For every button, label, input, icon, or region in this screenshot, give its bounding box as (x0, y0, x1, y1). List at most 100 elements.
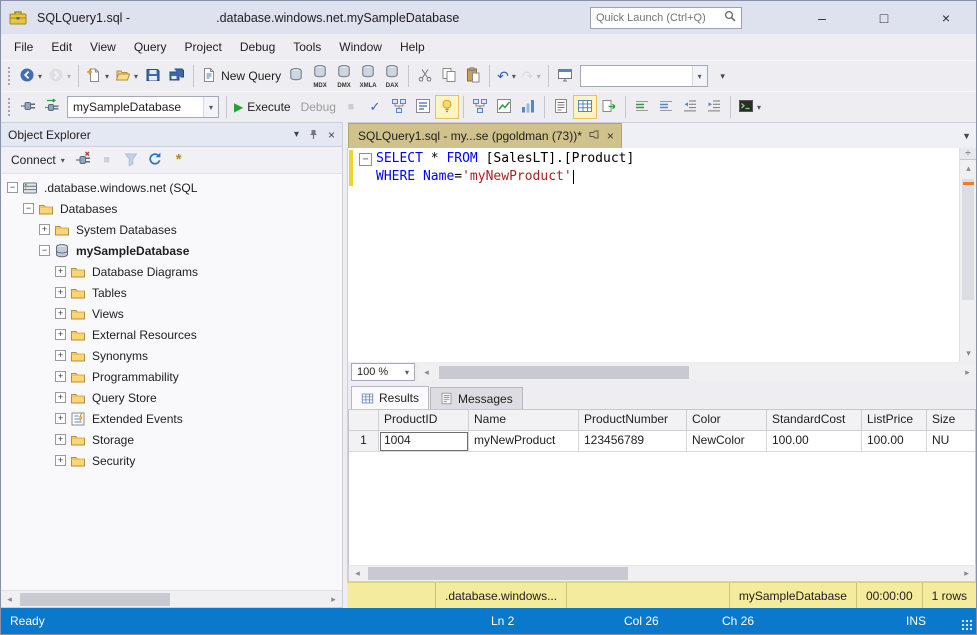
scroll-thumb[interactable] (439, 366, 689, 379)
find-combo[interactable]: ▾ (580, 65, 708, 87)
tree-item-extended-events[interactable]: +Extended Events (1, 408, 342, 429)
quick-launch[interactable] (590, 7, 742, 29)
undo-button[interactable]: ↶▾ (494, 64, 519, 88)
scroll-left-icon[interactable]: ◂ (418, 364, 435, 381)
paste-button[interactable] (461, 64, 485, 88)
increase-indent-button[interactable] (702, 95, 726, 119)
activity-monitor-button[interactable] (553, 64, 577, 88)
tree-item-system-databases[interactable]: +System Databases (1, 219, 342, 240)
refresh-button[interactable] (144, 149, 166, 171)
tree-item-tables[interactable]: +Tables (1, 282, 342, 303)
expand-toggle[interactable]: + (55, 434, 66, 445)
tree-item-mysampledatabase[interactable]: −mySampleDatabase (1, 240, 342, 261)
expand-toggle[interactable]: + (55, 287, 66, 298)
copy-button[interactable] (437, 64, 461, 88)
expand-toggle[interactable]: + (55, 308, 66, 319)
collapse-toggle[interactable]: − (39, 245, 50, 256)
scroll-left-icon[interactable]: ◂ (349, 565, 366, 582)
analysis-services-dax-query-button[interactable]: DAX (380, 62, 404, 91)
editor-split-handle[interactable]: ÷ (960, 148, 976, 160)
scroll-thumb[interactable] (368, 567, 628, 580)
tree-item-external-resources[interactable]: +External Resources (1, 324, 342, 345)
menu-project[interactable]: Project (176, 36, 231, 58)
menu-tools[interactable]: Tools (284, 36, 330, 58)
minimize-button[interactable]: – (800, 5, 844, 31)
scroll-track[interactable] (18, 591, 325, 608)
scroll-right-icon[interactable]: ▸ (325, 591, 342, 608)
tree-item-databases[interactable]: −Databases (1, 198, 342, 219)
menu-help[interactable]: Help (391, 36, 434, 58)
menu-view[interactable]: View (81, 36, 125, 58)
code-area[interactable]: −SELECT * FROM [SalesLT].[Product]WHERE … (348, 148, 959, 362)
disconnect-button[interactable] (72, 149, 94, 171)
column-header-standardcost[interactable]: StandardCost (767, 410, 862, 431)
results-grid[interactable]: ProductIDNameProductNumberColorStandardC… (348, 409, 976, 565)
display-estimated-execution-plan-button[interactable] (387, 95, 411, 119)
scroll-track[interactable] (435, 364, 959, 381)
expand-toggle[interactable]: + (55, 455, 66, 466)
analysis-services-dmx-query-button[interactable]: DMX (332, 62, 356, 91)
column-header-name[interactable]: Name (469, 410, 579, 431)
change-connection-button[interactable] (40, 95, 64, 119)
debug-button[interactable]: Debug (294, 95, 339, 119)
database-engine-query-button[interactable] (284, 64, 308, 88)
expand-toggle[interactable]: + (55, 350, 66, 361)
comment-out-selected-lines-button[interactable] (630, 95, 654, 119)
grid-cell[interactable]: 100.00 (862, 431, 927, 452)
script-wizard-button[interactable]: * (168, 149, 190, 171)
object-explorer-header[interactable]: Object Explorer ▾ × (1, 123, 342, 147)
save-all-button[interactable] (165, 64, 189, 88)
expand-toggle[interactable]: + (39, 224, 50, 235)
analysis-services-xmla-query-button[interactable]: XMLA (356, 62, 380, 91)
tab-list-dropdown-icon[interactable]: ▼ (962, 131, 971, 141)
connect-button[interactable] (16, 95, 40, 119)
filter-button[interactable] (120, 149, 142, 171)
tree-item-synonyms[interactable]: +Synonyms (1, 345, 342, 366)
scroll-thumb[interactable] (20, 593, 170, 606)
results-to-text-button[interactable] (549, 95, 573, 119)
results-to-file-button[interactable] (597, 95, 621, 119)
grid-cell[interactable]: 1004 (379, 431, 469, 452)
chevron-down-icon[interactable]: ▾ (203, 97, 218, 117)
navigate-forward-button[interactable]: ▾ (45, 64, 74, 88)
menu-file[interactable]: File (5, 36, 42, 58)
save-button[interactable] (141, 64, 165, 88)
tree-item-programmability[interactable]: +Programmability (1, 366, 342, 387)
scroll-track[interactable] (366, 565, 958, 582)
include-live-query-statistics-button[interactable] (492, 95, 516, 119)
column-header-color[interactable]: Color (687, 410, 767, 431)
analysis-services-mdx-query-button[interactable]: MDX (308, 62, 332, 91)
intellisense-enabled-button[interactable] (435, 95, 459, 119)
toolbar-grip[interactable] (7, 66, 12, 86)
tree-item-views[interactable]: +Views (1, 303, 342, 324)
menu-debug[interactable]: Debug (231, 36, 284, 58)
include-client-statistics-button[interactable] (516, 95, 540, 119)
scroll-up-icon[interactable]: ▴ (960, 160, 977, 177)
include-actual-execution-plan-button[interactable] (468, 95, 492, 119)
close-icon[interactable]: × (328, 128, 335, 142)
sql-editor[interactable]: −SELECT * FROM [SalesLT].[Product]WHERE … (347, 148, 976, 362)
quick-launch-input[interactable] (596, 12, 724, 24)
available-databases[interactable]: mySampleDatabase▾ (67, 96, 219, 118)
sqlcmd-mode-button[interactable]: ▾ (735, 95, 764, 119)
scroll-right-icon[interactable]: ▸ (959, 364, 976, 381)
redo-button[interactable]: ↷▾ (519, 64, 544, 88)
toolbar-grip[interactable] (7, 97, 12, 117)
results-to-grid-button[interactable] (573, 95, 597, 119)
resize-grip[interactable] (961, 619, 974, 632)
document-tab[interactable]: SQLQuery1.sql - my...se (pgoldman (73))*… (348, 123, 622, 148)
execute-button[interactable]: ▶Execute (231, 95, 294, 119)
grid-cell[interactable]: 100.00 (767, 431, 862, 452)
open-file-button[interactable]: ▾ (112, 64, 141, 88)
scroll-right-icon[interactable]: ▸ (958, 565, 975, 582)
tab-messages[interactable]: Messages (430, 387, 523, 409)
expand-toggle[interactable]: + (55, 329, 66, 340)
close-button[interactable]: × (924, 5, 968, 31)
decrease-indent-button[interactable] (678, 95, 702, 119)
pin-icon[interactable] (589, 129, 600, 143)
results-hscrollbar[interactable]: ◂ ▸ (348, 565, 976, 582)
navigate-backward-button[interactable]: ▾ (16, 64, 45, 88)
window-position-icon[interactable]: ▾ (294, 129, 299, 140)
connect-dropdown[interactable]: Connect ▾ (6, 151, 70, 169)
grid-cell[interactable]: NU (927, 431, 976, 452)
